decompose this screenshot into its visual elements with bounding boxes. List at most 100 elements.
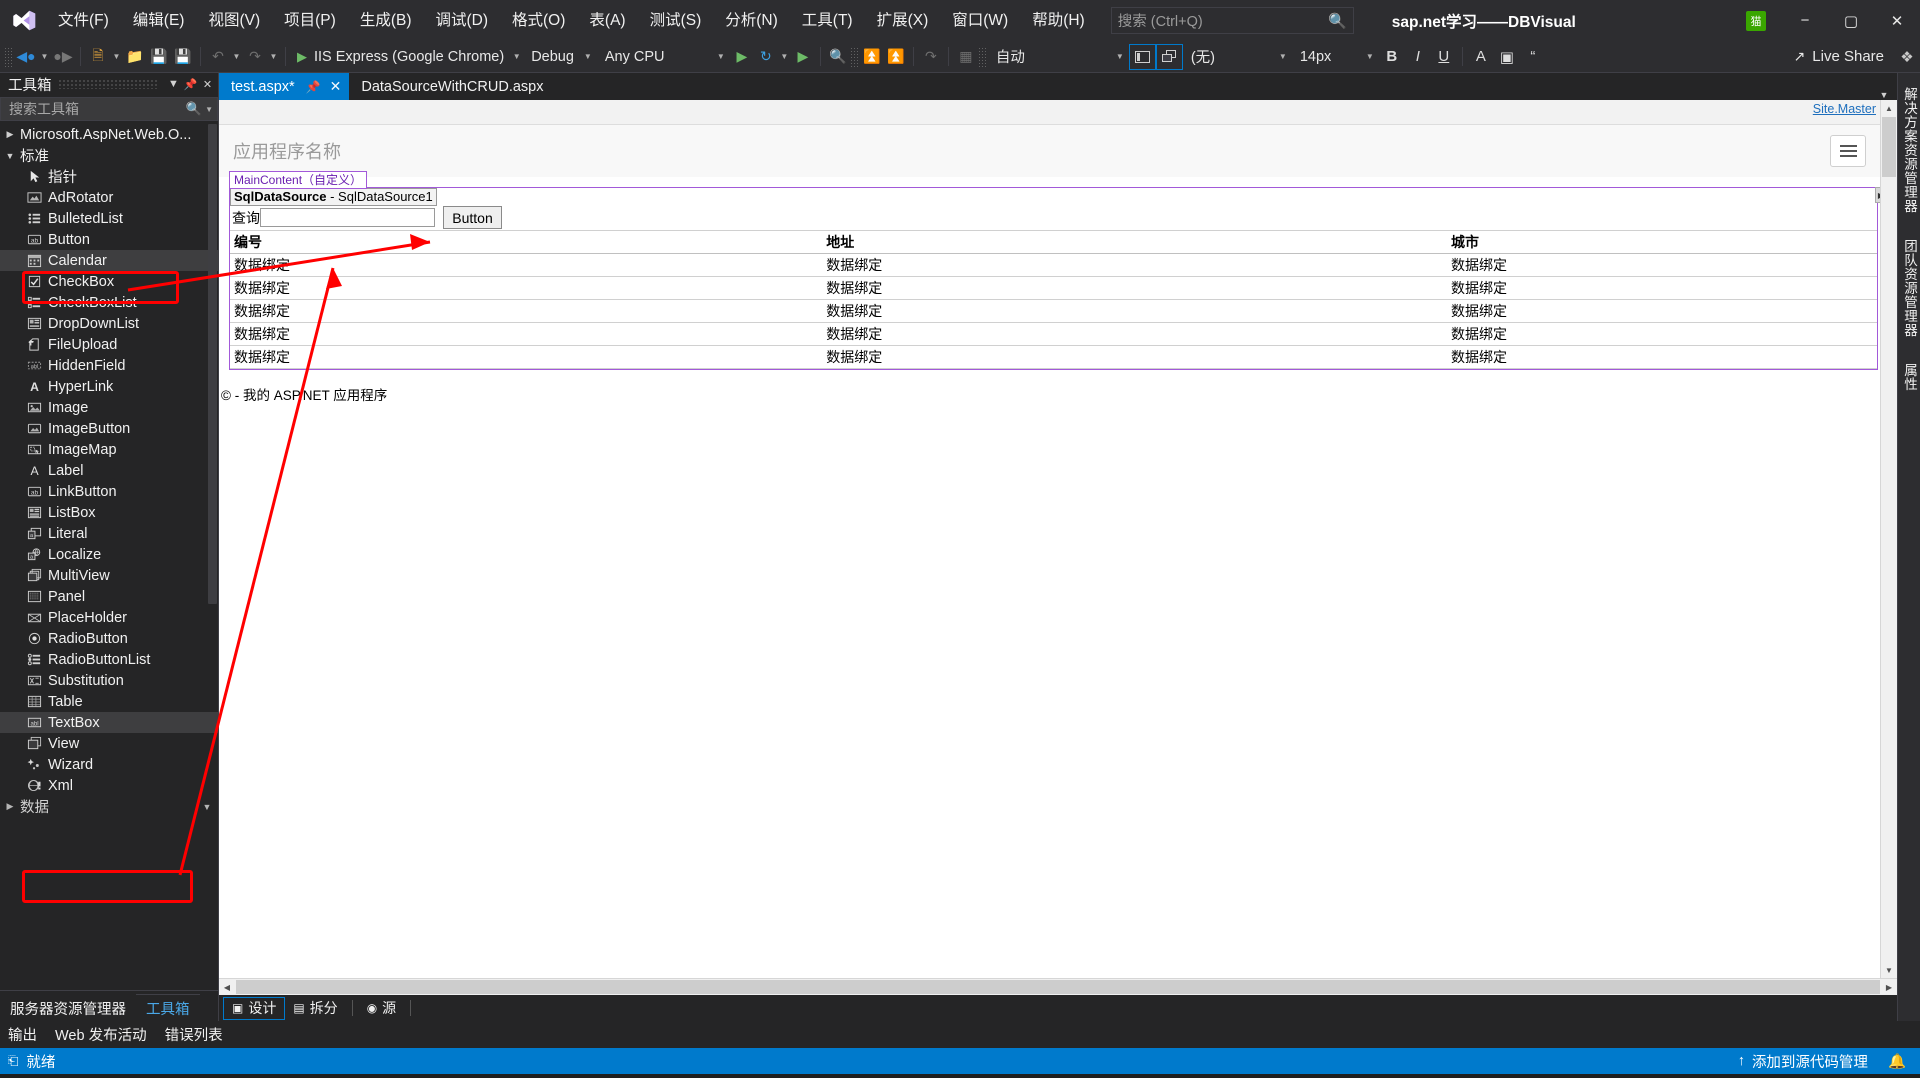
menu-item-edit[interactable]: 编辑(E) [121,0,197,41]
redo-dropdown-icon[interactable]: ▼ [267,44,280,69]
undo-dropdown-icon[interactable]: ▼ [230,44,243,69]
toolbox-drag-handle[interactable] [57,79,159,89]
toolbox-item-imagemap[interactable]: ImageMap [0,439,218,460]
table-row[interactable]: 数据绑定 数据绑定 数据绑定 [230,253,1877,277]
find-in-files-icon[interactable]: 🔍 [826,44,850,69]
site-master-link[interactable]: Site.Master [1813,102,1876,116]
toolbox-scrollbar-thumb[interactable] [208,124,217,604]
toolbox-item-checkbox[interactable]: CheckBox [0,271,218,292]
scroll-up-icon[interactable]: ▲ [1885,100,1893,116]
pin-icon[interactable]: 📌 [182,74,199,94]
toolbox-item-placeholder[interactable]: PlaceHolder [0,607,218,628]
quote-icon[interactable]: “ [1520,44,1546,69]
toolbox-item-dropdownlist[interactable]: DropDownList [0,313,218,334]
toolbox-item-radiobutton[interactable]: RadioButton [0,628,218,649]
expand-icon[interactable]: ⏫ [884,44,908,69]
start-debug-dropdown-icon[interactable]: ▼ [510,44,523,69]
redo-icon[interactable]: ↷ [243,44,267,69]
toolbox-item-pointer[interactable]: 指针 [0,166,218,187]
collapse-icon[interactable]: ⏫ [860,44,884,69]
tab-source-view[interactable]: ◉ 源 [359,998,404,1019]
menu-item-file[interactable]: 文件(F) [46,0,121,41]
toolbox-item-table[interactable]: Table [0,691,218,712]
close-icon[interactable]: ✕ [199,74,216,94]
toolbar-overflow-icon[interactable]: ❖ [1894,44,1920,69]
start-debug-target-button[interactable]: ▶ IIS Express (Google Chrome) [291,44,510,69]
toolbox-group-standard[interactable]: ▼ 标准 [0,145,218,166]
navigate-forward-icon[interactable]: ●▶ [51,44,75,69]
editor-tab-overflow-icon[interactable]: ▼ [1871,90,1897,100]
toolbox-item-xml[interactable]: Xml [0,775,218,796]
notifications-button[interactable]: 🔔 [1878,1048,1916,1074]
menu-item-build[interactable]: 生成(B) [348,0,424,41]
live-share-button[interactable]: ↗ Live Share [1794,48,1894,65]
global-search-input[interactable]: 搜索 (Ctrl+Q) 🔍 [1110,7,1354,34]
table-row[interactable]: 数据绑定 数据绑定 数据绑定 [230,322,1877,346]
menu-item-help[interactable]: 帮助(H) [1020,0,1097,41]
dock-tab-toolbox[interactable]: 工具箱 [136,994,200,1021]
region-resize-handle-icon[interactable]: ▶ [1875,187,1880,203]
rail-tab-properties[interactable]: 属性 [1899,363,1919,391]
menu-item-view[interactable]: 视图(V) [196,0,272,41]
scroll-right-icon[interactable]: ▶ [1881,983,1897,992]
pin-icon[interactable]: 📌 [306,80,321,94]
toolbox-group-data[interactable]: ▶ 数据 ▼ [0,796,218,817]
toolbox-item-hyperlink[interactable]: A HyperLink [0,376,218,397]
hamburger-menu-icon[interactable] [1830,135,1866,167]
apply-class-toggle[interactable] [1155,43,1183,70]
menu-item-test[interactable]: 测试(S) [638,0,714,41]
navigate-back-icon[interactable]: ◀● [14,44,38,69]
table-row[interactable]: 数据绑定 数据绑定 数据绑定 [230,276,1877,300]
content-placeholder-region[interactable]: MainContent（自定义） ▶ SqlDataSource - SqlDa… [229,171,1880,370]
scroll-down-icon[interactable]: ▼ [1885,962,1893,978]
toolbox-item-image[interactable]: Image [0,397,218,418]
chevron-down-icon[interactable]: ▼ [165,74,182,94]
font-size-select[interactable]: 14px ▼ [1292,44,1379,69]
table-row[interactable]: 数据绑定 数据绑定 数据绑定 [230,345,1877,369]
toolbox-item-literal[interactable]: a Literal [0,523,218,544]
toolbox-item-fileupload[interactable]: FileUpload [0,334,218,355]
navigate-back-dropdown-icon[interactable]: ▼ [38,44,51,69]
menu-item-extensions[interactable]: 扩展(X) [865,0,941,41]
query-button[interactable]: Button [443,206,502,229]
bottom-tab-error-list[interactable]: 错误列表 [165,1024,223,1045]
menu-item-window[interactable]: 窗口(W) [940,0,1020,41]
editor-tab-datasourcewithcrud-aspx[interactable]: DataSourceWithCRUD.aspx [349,73,552,100]
start-without-debug-icon[interactable]: ▶ [730,44,754,69]
maximize-button[interactable]: ▢ [1828,0,1874,41]
configuration-select[interactable]: Debug ▼ [523,44,597,69]
tab-design-view[interactable]: ▣ 设计 [223,996,286,1020]
toolbox-item-adrotator[interactable]: AdRotator [0,187,218,208]
table-row[interactable]: 数据绑定 数据绑定 数据绑定 [230,299,1877,323]
platform-select[interactable]: Any CPU ▼ [597,44,730,69]
save-all-icon[interactable]: 💾 [171,44,195,69]
foreground-color-icon[interactable]: A [1468,44,1494,69]
toolbox-item-view[interactable]: View [0,733,218,754]
chevron-down-icon[interactable]: ▼ [205,105,213,114]
scroll-down-icon[interactable]: ▼ [196,802,218,812]
menu-item-debug[interactable]: 调试(D) [423,0,500,41]
horizontal-scroll-thumb[interactable] [236,980,1880,994]
toolbox-item-multiview[interactable]: MultiView [0,565,218,586]
toolbox-item-panel[interactable]: Panel [0,586,218,607]
tab-split-view[interactable]: ▤ 拆分 [285,998,345,1019]
toolbox-item-textbox[interactable]: abl TextBox [0,712,218,733]
scroll-left-icon[interactable]: ◀ [219,983,235,992]
toolbar-grip[interactable] [4,46,14,67]
editor-tab-test-aspx[interactable]: test.aspx* 📌 ✕ [219,73,350,100]
open-file-icon[interactable]: 📁 [123,44,147,69]
run-icon[interactable]: ▶ [791,44,815,69]
rail-tab-solution-explorer[interactable]: 解决方案资源管理器 [1899,87,1919,213]
menu-item-project[interactable]: 项目(P) [272,0,348,41]
account-badge[interactable]: 猫 [1746,10,1766,31]
toolbox-item-button[interactable]: ab Button [0,229,218,250]
save-icon[interactable]: 💾 [147,44,171,69]
sqldatasource-control[interactable]: SqlDataSource - SqlDataSource1 [230,187,1877,206]
grid-icon[interactable]: ▦ [954,44,978,69]
toolbox-item-linkbutton[interactable]: ab LinkButton [0,481,218,502]
refresh-dropdown-icon[interactable]: ▼ [778,44,791,69]
style-target-select[interactable]: 自动 ▼ [988,44,1129,69]
close-button[interactable]: ✕ [1874,0,1920,41]
toolbox-item-localize[interactable]: a Localize [0,544,218,565]
toolbox-item-hiddenfield[interactable]: abl HiddenField [0,355,218,376]
